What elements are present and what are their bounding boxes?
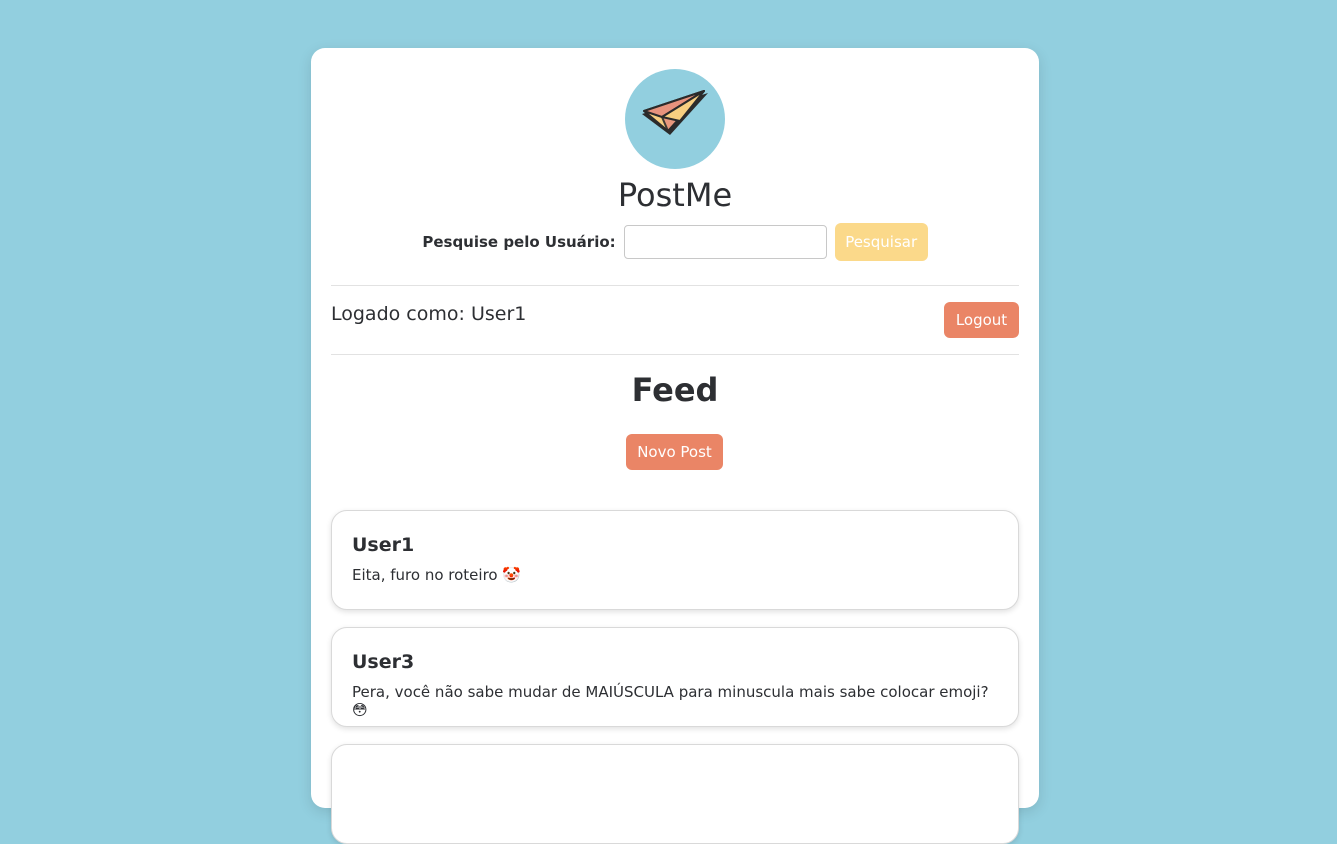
search-bar: Pesquise pelo Usuário: Pesquisar: [311, 223, 1039, 261]
logo: [625, 69, 725, 169]
main-card: PostMe Pesquise pelo Usuário: Pesquisar …: [311, 48, 1039, 844]
logged-in-label: Logado como: User1: [331, 303, 527, 325]
post-card: User1 Eita, furo no roteiro 🤡: [331, 510, 1019, 610]
post-author: User1: [352, 534, 415, 556]
feed-title: Feed: [631, 371, 719, 409]
divider-top: [331, 285, 1019, 286]
post-author: User3: [352, 651, 415, 673]
app-title: PostMe: [617, 176, 733, 214]
post-list: User1 Eita, furo no roteiro 🤡 User3 Pera…: [331, 510, 1019, 844]
post-card: [331, 744, 1019, 844]
logout-button[interactable]: Logout: [944, 302, 1019, 338]
new-post-button[interactable]: Novo Post: [626, 434, 723, 470]
post-text: Pera, você não sabe mudar de MAIÚSCULA p…: [352, 683, 989, 719]
post-text: Eita, furo no roteiro 🤡: [352, 566, 522, 584]
search-input[interactable]: [623, 225, 827, 259]
post-card: User3 Pera, você não sabe mudar de MAIÚS…: [331, 627, 1019, 727]
search-label: Pesquise pelo Usuário:: [422, 233, 616, 251]
paper-plane-icon: [640, 87, 710, 151]
divider-bottom: [331, 354, 1019, 355]
search-button[interactable]: Pesquisar: [834, 223, 928, 261]
